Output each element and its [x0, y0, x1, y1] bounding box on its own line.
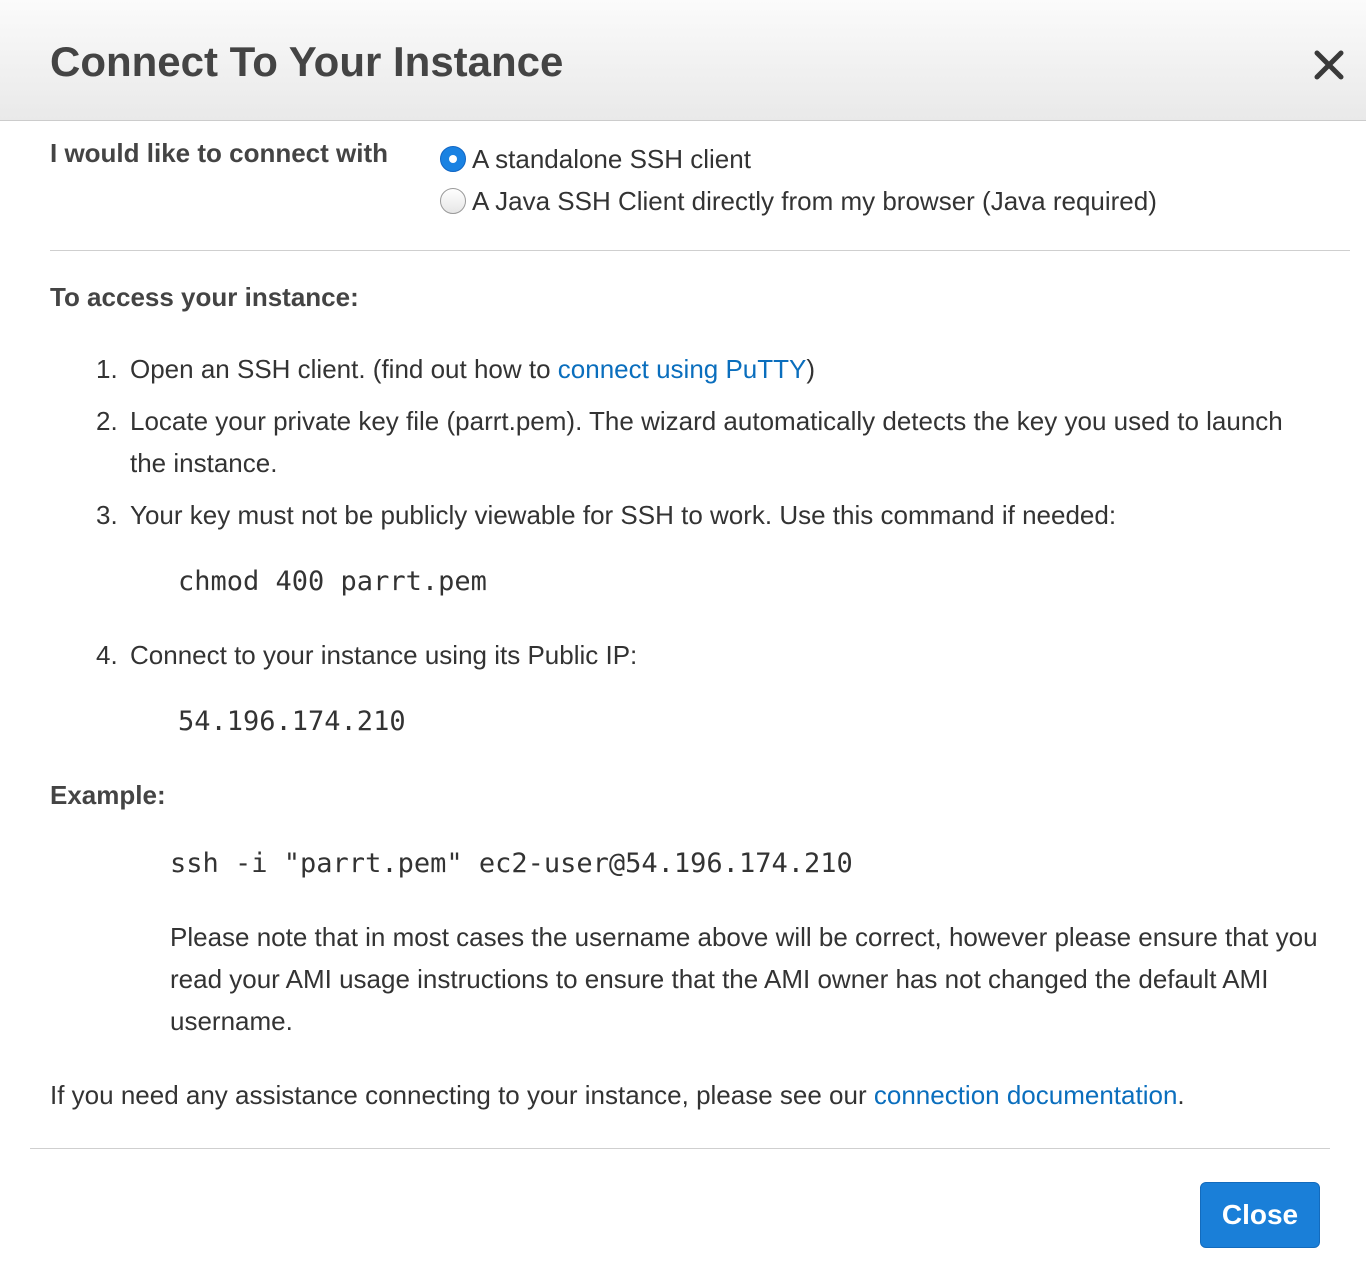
- step-number: 2.: [96, 406, 118, 436]
- radio-selected-icon[interactable]: [440, 146, 466, 172]
- chmod-command: chmod 400 parrt.pem: [178, 566, 487, 597]
- close-icon[interactable]: [1308, 44, 1350, 86]
- example-heading: Example:: [50, 780, 166, 810]
- step-text: Connect to your instance using its Publi…: [130, 640, 638, 670]
- access-heading: To access your instance:: [50, 282, 359, 312]
- option-label: A Java SSH Client directly from my brows…: [472, 185, 1157, 216]
- option-label: A standalone SSH client: [472, 143, 751, 174]
- close-button[interactable]: Close: [1200, 1182, 1320, 1248]
- connect-method-label: I would like to connect with: [50, 138, 389, 168]
- step-number: 3.: [96, 500, 118, 530]
- username-note: Please note that in most cases the usern…: [170, 922, 1318, 1036]
- step-text: Your key must not be publicly viewable f…: [130, 500, 1117, 530]
- assistance-text: If you need any assistance connecting to…: [50, 1080, 1185, 1110]
- step-number: 1.: [96, 354, 118, 384]
- step-number: 4.: [96, 640, 118, 670]
- option-java-ssh[interactable]: A Java SSH Client directly from my brows…: [440, 184, 1157, 218]
- option-standalone-ssh[interactable]: A standalone SSH client: [440, 142, 751, 176]
- step-text: Open an SSH client. (find out how to con…: [130, 354, 816, 384]
- radio-unselected-icon[interactable]: [440, 188, 466, 214]
- footer-divider: [30, 1148, 1330, 1149]
- step-text: Locate your private key file (parrt.pem)…: [130, 406, 1283, 478]
- dialog-header: Connect To Your Instance: [0, 0, 1366, 121]
- dialog-title: Connect To Your Instance: [50, 38, 564, 85]
- divider: [50, 250, 1350, 251]
- public-ip: 54.196.174.210: [178, 706, 406, 737]
- ssh-example-command: ssh -i "parrt.pem" ec2-user@54.196.174.2…: [170, 848, 853, 879]
- connection-documentation-link[interactable]: connection documentation: [874, 1080, 1178, 1110]
- connect-method-group: I would like to connect with A standalon…: [50, 138, 1350, 228]
- putty-link[interactable]: connect using PuTTY: [558, 354, 807, 384]
- connect-dialog: Connect To Your Instance I would like to…: [0, 0, 1366, 1262]
